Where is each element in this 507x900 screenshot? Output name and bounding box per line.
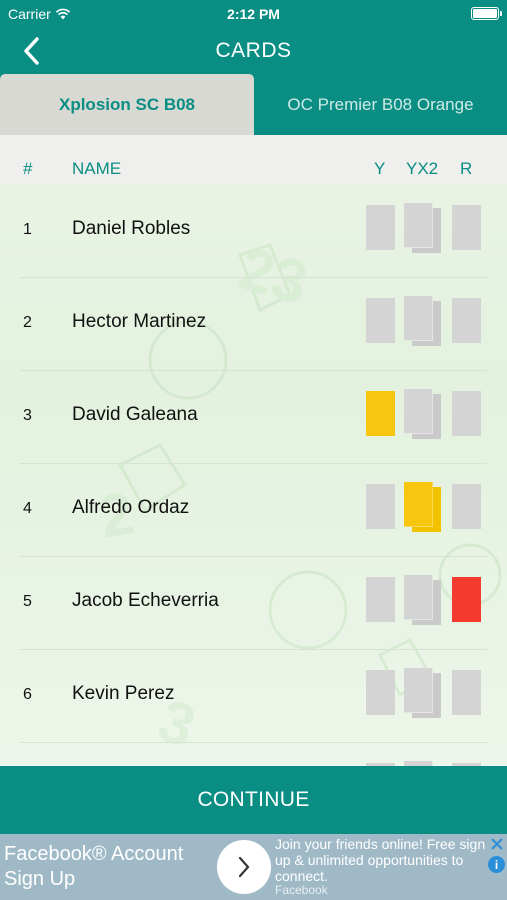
- status-time: 2:12 PM: [227, 6, 280, 22]
- column-double-yellow: YX2: [406, 159, 439, 178]
- double-yellow-card-toggle[interactable]: [404, 203, 442, 253]
- player-number: 3: [23, 407, 32, 424]
- red-card-toggle[interactable]: [452, 391, 481, 436]
- player-row: 4 Alfredo Ordaz: [0, 464, 507, 557]
- player-name: Kevin Perez: [72, 683, 175, 704]
- continue-button[interactable]: CONTINUE: [0, 766, 507, 834]
- team-tabs: Xplosion SC B08 OC Premier B08 Orange: [0, 74, 507, 135]
- yellow-card-toggle[interactable]: [366, 484, 395, 529]
- red-card-toggle[interactable]: [452, 205, 481, 250]
- player-name: David Galeana: [72, 404, 198, 425]
- player-list: 23 2 3 # NAME Y YX2 R 1 Daniel Robles 2 …: [0, 135, 507, 766]
- player-name: Hector Martinez: [72, 311, 207, 332]
- player-name: Daniel Robles: [72, 218, 191, 239]
- double-yellow-card-toggle[interactable]: [404, 296, 442, 346]
- double-yellow-card-toggle[interactable]: [404, 668, 442, 718]
- player-number: 6: [23, 686, 32, 703]
- player-row: [0, 743, 507, 766]
- player-number: 4: [23, 500, 32, 517]
- yellow-card-toggle[interactable]: [366, 577, 395, 622]
- red-card-toggle[interactable]: [452, 484, 481, 529]
- navigation-bar: CARDS: [0, 28, 507, 74]
- info-icon[interactable]: i: [488, 856, 505, 873]
- yellow-card-toggle[interactable]: [366, 391, 395, 436]
- close-icon[interactable]: [489, 836, 505, 852]
- yellow-card-toggle[interactable]: [366, 298, 395, 343]
- column-number: #: [23, 159, 33, 178]
- player-name: Alfredo Ordaz: [72, 497, 190, 518]
- player-row: 5 Jacob Echeverria: [0, 557, 507, 650]
- chevron-right-icon: [238, 856, 250, 878]
- status-bar: Carrier 2:12 PM: [0, 0, 507, 28]
- player-number: 2: [23, 314, 32, 331]
- column-name: NAME: [72, 159, 122, 178]
- battery-icon: [471, 7, 502, 20]
- double-yellow-card-toggle[interactable]: [404, 575, 442, 625]
- player-row: 1 Daniel Robles: [0, 185, 507, 278]
- player-number: 5: [23, 593, 32, 610]
- ad-source: Facebook: [275, 883, 328, 897]
- red-card-toggle[interactable]: [452, 577, 481, 622]
- double-yellow-card-toggle[interactable]: [404, 482, 442, 532]
- tab-away-team[interactable]: OC Premier B08 Orange: [254, 74, 507, 135]
- player-number: 1: [23, 221, 32, 238]
- yellow-card-toggle[interactable]: [366, 670, 395, 715]
- column-yellow: Y: [374, 159, 386, 178]
- yellow-card-toggle[interactable]: [366, 205, 395, 250]
- player-row: 2 Hector Martinez: [0, 278, 507, 371]
- column-header: # NAME Y YX2 R: [0, 135, 507, 185]
- red-card-toggle[interactable]: [452, 298, 481, 343]
- ad-open-button[interactable]: [217, 840, 271, 894]
- column-red: R: [460, 159, 473, 178]
- double-yellow-card-toggle[interactable]: [404, 389, 442, 439]
- ad-title: Facebook® Account Sign Up: [4, 843, 184, 890]
- red-card-toggle[interactable]: [452, 670, 481, 715]
- player-name: Jacob Echeverria: [72, 590, 219, 611]
- ad-banner[interactable]: Facebook® Account Sign Up Join your frie…: [0, 834, 507, 900]
- page-title: CARDS: [215, 39, 292, 62]
- tab-home-team[interactable]: Xplosion SC B08: [0, 74, 254, 135]
- ad-description: Join your friends online! Free sign up &…: [275, 836, 486, 884]
- player-row: 3 David Galeana: [0, 371, 507, 464]
- player-row: 6 Kevin Perez: [0, 650, 507, 743]
